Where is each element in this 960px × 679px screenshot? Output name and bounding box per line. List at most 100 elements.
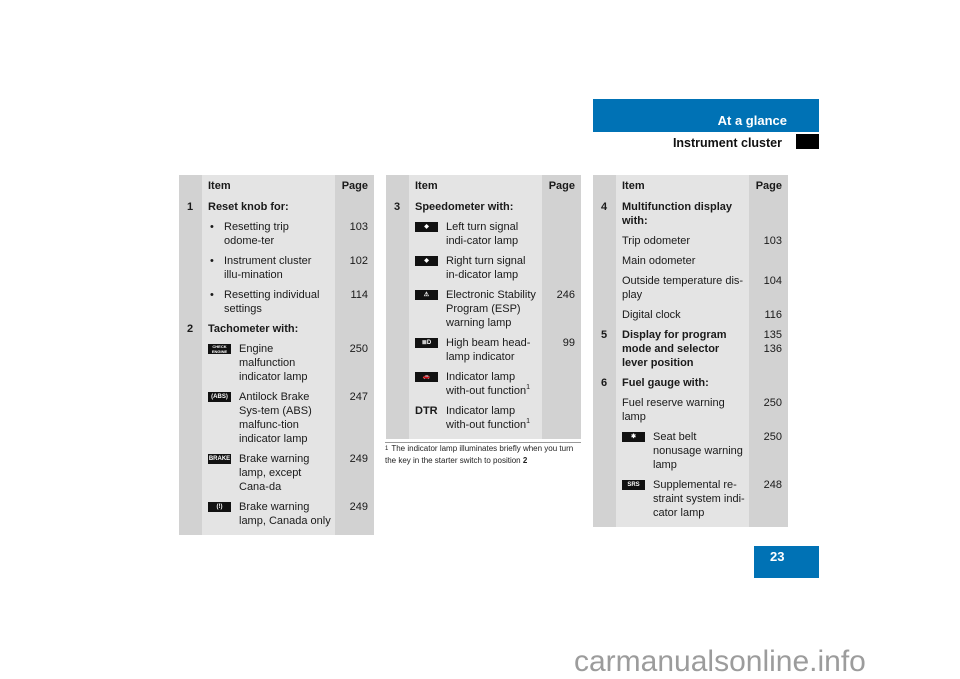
check-engine-icon: CHECK ENGINE — [208, 344, 231, 354]
header-page: Page — [755, 180, 782, 192]
header-item: Item — [208, 180, 231, 192]
table-row: Fuel reserve warning lamp 250 — [593, 393, 788, 427]
table-header: Item Page — [179, 175, 374, 197]
item-heading: Multifunction display with: — [622, 201, 732, 227]
page-ref[interactable]: 249 — [350, 452, 368, 466]
item-number: 3 — [394, 201, 401, 213]
brake-canada-icon: (!) — [208, 502, 231, 512]
page-ref[interactable]: 250 — [764, 430, 782, 444]
page-ref[interactable]: 248 — [764, 478, 782, 492]
item-number: 5 — [601, 329, 608, 341]
item-label: Supplemental re-straint system indi-cato… — [653, 479, 745, 519]
item-label: Engine malfunction indicator lamp — [239, 343, 308, 383]
item-number: 6 — [601, 377, 608, 389]
table-row: 🚗 Indicator lamp with-out function1 — [386, 367, 581, 401]
bullet-icon: • — [210, 221, 214, 233]
item-label: Brake warning lamp, Canada only — [239, 501, 331, 527]
item-label: Indicator lamp with-out function — [446, 405, 527, 431]
dtr-icon: DTR — [415, 405, 438, 417]
table-row: Trip odometer 103 — [593, 231, 788, 251]
item-heading: Reset knob for: — [208, 201, 289, 213]
table-row: 3 Speedometer with: — [386, 197, 581, 217]
page-number-box: 23 — [754, 546, 819, 578]
table-row: BRAKE Brake warning lamp, except Cana-da 2… — [179, 449, 374, 497]
table-row: ⚠ Electronic Stability Program (ESP) warn… — [386, 285, 581, 333]
item-text: Brake warning lamp, except Cana-da — [239, 452, 331, 494]
subsection-title: Instrument cluster — [672, 136, 782, 150]
item-table-3: Item Page 4 Multifunction display with: Trip… — [593, 175, 788, 527]
item-table-1: Item Page 1 Reset knob for: • Resetting trip … — [179, 175, 374, 535]
section-title: At a glance — [717, 113, 787, 128]
header-page: Page — [341, 180, 368, 192]
item-heading: Speedometer with: — [415, 201, 514, 213]
page-ref[interactable]: 102 — [350, 254, 368, 268]
item-text: Digital clock — [622, 309, 681, 321]
table-header: Item Page — [593, 175, 788, 197]
srs-icon: SRS — [622, 480, 645, 490]
left-turn-signal-icon: ◆ — [415, 222, 438, 232]
item-number: 1 — [187, 201, 194, 213]
table-row: (ABS) Antilock Brake Sys-tem (ABS) malfun… — [179, 387, 374, 449]
table-row: (!) Brake warning lamp, Canada only 249 — [179, 497, 374, 531]
item-text: Supplemental re-straint system indi-cato… — [653, 478, 745, 520]
footnote-ref: 1 — [526, 384, 531, 392]
table-row: CHECK ENGINE Engine malfunction indicator… — [179, 339, 374, 387]
page-ref[interactable]: 249 — [350, 500, 368, 514]
item-label: Electronic Stability Program (ESP) warni… — [446, 289, 536, 329]
table-row: • Resetting trip odome-ter 103 — [179, 217, 374, 251]
table-row: Outside temperature dis-play 104 — [593, 271, 788, 305]
bullet-icon: • — [210, 255, 214, 267]
footnote-ref: 1 — [526, 418, 531, 426]
table-row: • Instrument cluster illu-mination 102 — [179, 251, 374, 285]
item-label: Indicator lamp with-out function — [446, 371, 527, 397]
page-ref[interactable]: 103 — [350, 220, 368, 234]
item-text: Indicator lamp with-out function1 — [446, 404, 538, 432]
page-ref[interactable]: 116 — [764, 308, 782, 322]
item-heading: Tachometer with: — [208, 323, 299, 335]
item-text: Resetting trip odome-ter — [224, 221, 289, 247]
table-row: DTR Indicator lamp with-out function1 — [386, 401, 581, 435]
table-row: 1 Reset knob for: — [179, 197, 374, 217]
item-heading: Fuel gauge with: — [622, 377, 709, 389]
section-header-bar: At a glance — [593, 99, 819, 132]
item-text: Antilock Brake Sys-tem (ABS) malfunc-tio… — [239, 390, 331, 446]
seat-belt-icon: ✱ — [622, 432, 645, 442]
table-row: Digital clock 116 — [593, 305, 788, 325]
item-text: Engine malfunction indicator lamp — [239, 342, 331, 384]
page-ref[interactable]: 103 — [764, 234, 782, 248]
page-ref[interactable]: 246 — [557, 288, 575, 302]
item-text: Seat belt nonusage warning lamp — [653, 430, 745, 472]
right-turn-signal-icon: ◆ — [415, 256, 438, 266]
distronic-car-icon: 🚗 — [415, 372, 438, 382]
item-table-2: Item Page 3 Speedometer with: ◆ Left turn sig… — [386, 175, 581, 439]
table-row: ✱ Seat belt nonusage warning lamp 250 — [593, 427, 788, 475]
item-text: High beam head-lamp indicator — [446, 336, 538, 364]
table-row: ◆ Left turn signal indi-cator lamp — [386, 217, 581, 251]
item-text: Right turn signal in-dicator lamp — [446, 254, 538, 282]
bullet-icon: • — [210, 289, 214, 301]
page-ref[interactable]: 114 — [350, 288, 368, 302]
footnote-text: The indicator lamp illuminates briefly w… — [385, 444, 574, 465]
item-text: Instrument cluster illu-mination — [224, 255, 312, 281]
page-ref[interactable]: 99 — [563, 336, 575, 350]
page-ref[interactable]: 135 136 — [764, 328, 782, 356]
page-ref[interactable]: 104 — [764, 274, 782, 288]
item-text: Left turn signal indi-cator lamp — [446, 220, 538, 248]
subsection-marker — [796, 134, 819, 149]
item-number: 4 — [601, 201, 608, 213]
item-heading: Display for program mode and selector le… — [622, 329, 727, 369]
table-row: 5 Display for program mode and selector l… — [593, 325, 788, 373]
table-row: • Resetting individual settings 114 — [179, 285, 374, 319]
table-row: SRS Supplemental re-straint system indi-c… — [593, 475, 788, 523]
item-label: Seat belt nonusage warning lamp — [653, 431, 743, 471]
item-label: Left turn signal indi-cator lamp — [446, 221, 519, 247]
high-beam-icon: ≣D — [415, 338, 438, 348]
item-label: Brake warning lamp, except Cana-da — [239, 453, 310, 493]
page-ref[interactable]: 250 — [350, 342, 368, 356]
page-ref[interactable]: 247 — [350, 390, 368, 404]
header-item: Item — [415, 180, 438, 192]
page-ref[interactable]: 250 — [764, 396, 782, 410]
table-row: ≣D High beam head-lamp indicator 99 — [386, 333, 581, 367]
table-row: Main odometer — [593, 251, 788, 271]
item-text: Fuel reserve warning lamp — [622, 397, 725, 423]
